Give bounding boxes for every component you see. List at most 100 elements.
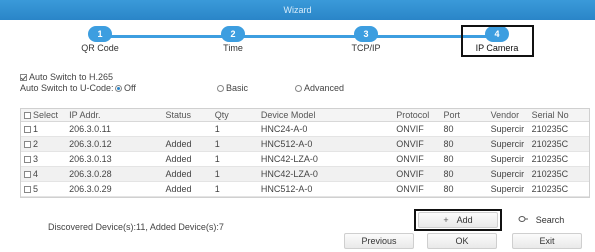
cell-serial-no: 210235C (528, 136, 589, 152)
previous-button[interactable]: Previous (344, 233, 414, 249)
cell-vendor: Supercir (487, 181, 529, 197)
cell-device-model: HNC512-A-0 (257, 181, 394, 197)
cell-port: 80 (440, 136, 488, 152)
column-qty[interactable]: Qty (211, 109, 258, 122)
cell-vendor: Supercir (487, 166, 529, 182)
row-index: 2 (33, 138, 39, 149)
cell-port: 80 (440, 151, 488, 167)
discovery-status-text: Discovered Device(s):11, Added Device(s)… (48, 222, 224, 232)
row-checkbox[interactable] (24, 185, 31, 193)
step-number: 1 (88, 26, 112, 42)
cell-ip-addr: 206.3.0.12 (66, 136, 163, 152)
cell-serial-no: 210235C (528, 166, 589, 182)
step-qr-code[interactable]: 1 QR Code (55, 26, 145, 53)
ucode-radio-off[interactable]: Off (115, 83, 136, 94)
step-time[interactable]: 2 Time (188, 26, 278, 53)
cell-status (162, 121, 212, 137)
row-index: 5 (33, 183, 39, 194)
ucode-radio-advanced[interactable]: Advanced (295, 83, 344, 94)
column-label: Select (33, 109, 59, 120)
row-checkbox[interactable] (24, 140, 31, 148)
cell-ip-addr: 206.3.0.11 (66, 121, 163, 137)
column-ip-addr[interactable]: IP Addr. (66, 109, 163, 122)
cell-protocol: ONVIF (393, 136, 441, 152)
cell-protocol: ONVIF (393, 151, 441, 167)
cell-ip-addr: 206.3.0.29 (66, 181, 163, 197)
table-row[interactable]: 4 206.3.0.28 Added 1 HNC42-LZA-0 ONVIF 8… (21, 166, 589, 182)
radio-indicator[interactable] (115, 85, 122, 92)
column-vendor[interactable]: Vendor (487, 109, 529, 122)
add-label: Add (456, 215, 473, 225)
table-row[interactable]: 2 206.3.0.12 Added 1 HNC512-A-0 ONVIF 80… (21, 136, 589, 152)
radio-indicator[interactable] (217, 85, 224, 92)
row-checkbox[interactable] (24, 155, 31, 163)
cell-device-model: HNC24-A-0 (257, 121, 394, 137)
cell-qty: 1 (211, 121, 258, 137)
ucode-radio-basic[interactable]: Basic (217, 83, 248, 94)
cell-protocol: ONVIF (393, 121, 441, 137)
cell-status: Added (162, 136, 212, 152)
step-label: QR Code (81, 43, 119, 53)
cell-status: Added (162, 166, 212, 182)
column-select[interactable]: Select (21, 109, 67, 122)
cell-qty: 1 (211, 151, 258, 167)
cell-select[interactable]: 5 (21, 181, 67, 197)
exit-button[interactable]: Exit (512, 233, 582, 249)
cell-port: 80 (440, 166, 488, 182)
ucode-option: Auto Switch to U-Code: Off Basic Advance… (20, 83, 344, 94)
cell-vendor: Supercir (487, 136, 529, 152)
table-row[interactable]: 3 206.3.0.13 Added 1 HNC42-LZA-0 ONVIF 8… (21, 151, 589, 167)
device-table: Select IP Addr. Status Qty Device Model … (20, 108, 590, 198)
h265-label: Auto Switch to H.265 (29, 72, 114, 82)
h265-option[interactable]: Auto Switch to H.265 (20, 72, 340, 83)
cell-device-model: HNC42-LZA-0 (257, 151, 394, 167)
table-header-row: Select IP Addr. Status Qty Device Model … (21, 109, 589, 122)
add-button[interactable]: + Add (418, 212, 498, 228)
cell-port: 80 (440, 121, 488, 137)
row-index: 1 (33, 123, 39, 134)
plus-icon: + (443, 215, 449, 225)
step-tcp-ip[interactable]: 3 TCP/IP (321, 26, 411, 53)
table-row[interactable]: 1 206.3.0.11 1 HNC24-A-0 ONVIF 80 Superc… (21, 121, 589, 137)
cell-qty: 1 (211, 181, 258, 197)
cell-port: 80 (440, 181, 488, 197)
search-icon (518, 213, 528, 227)
wizard-steps: 1 QR Code 2 Time 3 TCP/IP 4 IP Camera (0, 20, 595, 64)
step-number: 2 (221, 26, 245, 42)
h265-checkbox[interactable] (20, 74, 27, 81)
cell-device-model: HNC512-A-0 (257, 136, 394, 152)
cell-select[interactable]: 2 (21, 136, 67, 152)
window-title-bar: Wizard (0, 0, 595, 20)
table-row[interactable]: 5 206.3.0.29 Added 1 HNC512-A-0 ONVIF 80… (21, 181, 589, 197)
cell-vendor: Supercir (487, 151, 529, 167)
window-title: Wizard (283, 5, 312, 15)
search-label: Search (535, 215, 565, 225)
row-index: 4 (33, 168, 39, 179)
step-label: TCP/IP (351, 43, 381, 53)
radio-indicator[interactable] (295, 85, 302, 92)
cell-select[interactable]: 1 (21, 121, 67, 137)
column-port[interactable]: Port (440, 109, 488, 122)
cell-qty: 1 (211, 166, 258, 182)
column-serial-no[interactable]: Serial No (528, 109, 589, 122)
select-all-checkbox[interactable] (24, 111, 31, 119)
cell-ip-addr: 206.3.0.13 (66, 151, 163, 167)
column-status[interactable]: Status (162, 109, 212, 122)
row-checkbox[interactable] (24, 170, 31, 178)
ok-button[interactable]: OK (427, 233, 497, 249)
column-protocol[interactable]: Protocol (393, 109, 441, 122)
cell-status: Added (162, 151, 212, 167)
cell-serial-no: 210235C (528, 181, 589, 197)
encoding-options: Auto Switch to H.265 Auto Switch to U-Co… (20, 72, 344, 94)
search-button[interactable]: Search (502, 212, 580, 228)
row-checkbox[interactable] (24, 125, 31, 133)
cell-protocol: ONVIF (393, 166, 441, 182)
cell-status: Added (162, 181, 212, 197)
cell-select[interactable]: 4 (21, 166, 67, 182)
radio-label: Basic (226, 83, 249, 93)
cell-select[interactable]: 3 (21, 151, 67, 167)
cell-vendor: Supercir (487, 121, 529, 137)
row-index: 3 (33, 153, 39, 164)
cell-serial-no: 210235C (528, 121, 589, 137)
column-device-model[interactable]: Device Model (257, 109, 394, 122)
